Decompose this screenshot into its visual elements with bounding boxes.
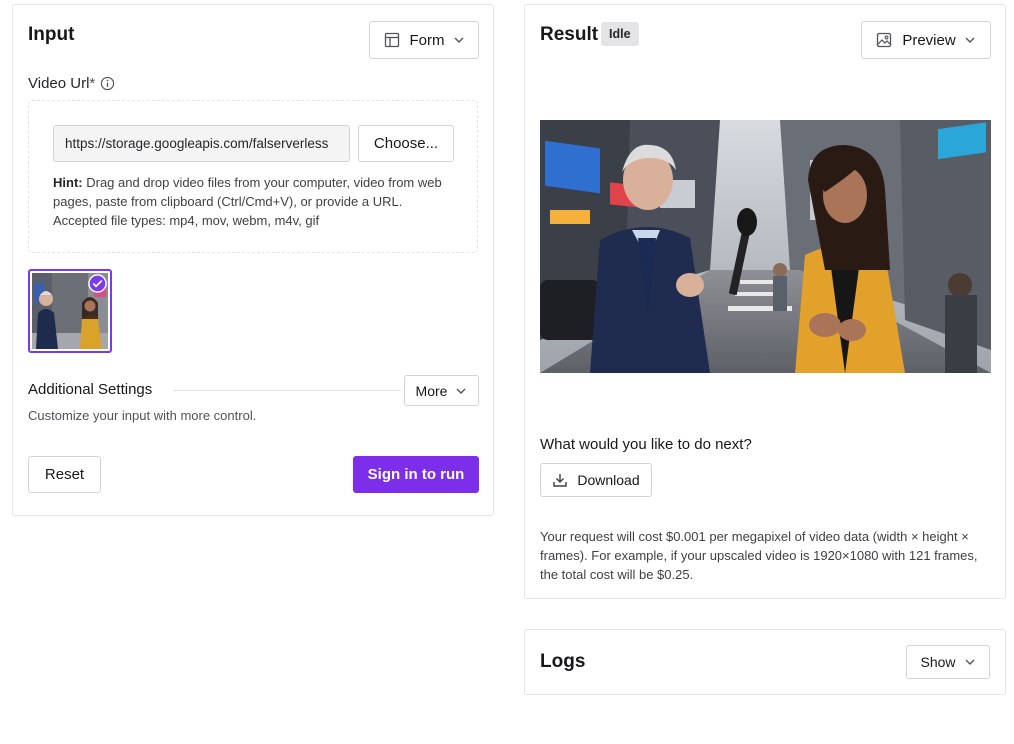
input-panel: Input Form Video Url * Choose... Hint: D…	[12, 4, 494, 516]
hint-body: Drag and drop video files from your comp…	[53, 175, 442, 228]
chevron-down-icon	[965, 659, 975, 665]
result-view-select[interactable]: Preview	[861, 21, 991, 59]
result-panel: Result Idle Preview What would you like …	[524, 4, 1006, 599]
download-label: Download	[577, 472, 640, 488]
cost-description: Your request will cost $0.001 per megapi…	[540, 529, 978, 582]
chevron-down-icon	[454, 37, 463, 43]
chevron-down-icon	[456, 388, 466, 394]
video-thumbnail[interactable]	[28, 269, 112, 353]
result-view-label: Preview	[902, 31, 956, 49]
result-panel-title: Result	[540, 24, 599, 45]
download-button[interactable]: Download	[540, 463, 652, 497]
dropzone-hint: Hint: Drag and drop video files from you…	[53, 173, 453, 230]
video-url-label: Video Url *	[28, 75, 115, 92]
more-label: More	[415, 382, 448, 399]
show-logs-button[interactable]: Show	[906, 645, 990, 679]
video-url-input[interactable]	[53, 125, 350, 162]
street-interview-image	[540, 120, 991, 373]
show-label: Show	[920, 654, 956, 670]
view-mode-label: Form	[409, 31, 445, 49]
check-circle-icon	[88, 274, 107, 293]
info-icon[interactable]	[100, 76, 115, 91]
settings-divider	[173, 390, 401, 391]
choose-file-button[interactable]: Choose...	[358, 125, 454, 162]
logs-panel-title: Logs	[540, 651, 586, 672]
input-panel-title: Input	[28, 24, 75, 45]
more-settings-button[interactable]: More	[404, 375, 479, 406]
reset-button[interactable]: Reset	[28, 456, 101, 493]
video-url-label-text: Video Url	[28, 75, 90, 92]
chevron-down-icon	[965, 37, 975, 43]
result-preview-image	[540, 120, 991, 373]
download-icon	[553, 474, 568, 487]
sign-in-to-run-button[interactable]: Sign in to run	[353, 456, 479, 493]
video-dropzone[interactable]: Choose... Hint: Drag and drop video file…	[28, 100, 478, 253]
additional-settings-description: Customize your input with more control.	[28, 408, 257, 423]
view-mode-select[interactable]: Form	[369, 21, 479, 59]
status-badge: Idle	[601, 22, 639, 46]
logs-panel: Logs Show	[524, 629, 1006, 695]
form-icon	[384, 32, 399, 48]
additional-settings-title: Additional Settings	[28, 381, 153, 398]
image-icon	[877, 32, 892, 48]
required-mark: *	[89, 75, 96, 92]
next-action-prompt: What would you like to do next?	[540, 436, 752, 453]
hint-label: Hint:	[53, 175, 83, 190]
